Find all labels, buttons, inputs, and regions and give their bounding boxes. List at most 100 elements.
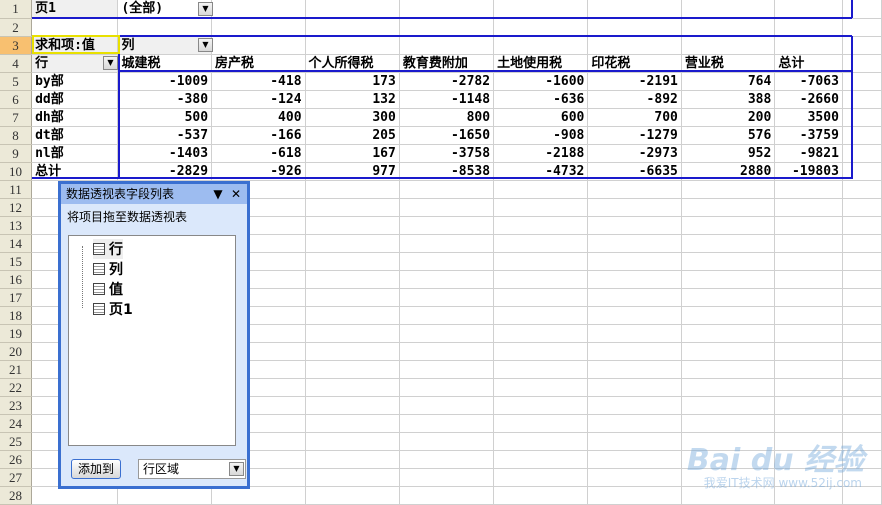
cell[interactable] bbox=[587, 378, 682, 397]
cell[interactable] bbox=[681, 396, 776, 415]
cell[interactable] bbox=[305, 486, 400, 505]
cell[interactable] bbox=[399, 486, 495, 505]
cell[interactable] bbox=[681, 252, 776, 271]
cell[interactable] bbox=[305, 360, 400, 379]
row-header[interactable]: 20 bbox=[0, 342, 33, 361]
value-cell[interactable]: 700 bbox=[587, 108, 682, 127]
cell[interactable] bbox=[399, 288, 495, 307]
value-cell[interactable]: -7063 bbox=[774, 72, 843, 91]
value-cell[interactable]: -2660 bbox=[774, 90, 843, 109]
cell[interactable] bbox=[305, 288, 400, 307]
cell[interactable] bbox=[305, 378, 400, 397]
value-cell[interactable]: -1279 bbox=[587, 126, 682, 145]
field-item-value[interactable]: 值 bbox=[93, 279, 123, 299]
value-cell[interactable]: 388 bbox=[681, 90, 776, 109]
value-cell[interactable]: -2188 bbox=[493, 144, 589, 163]
row-header[interactable]: 14 bbox=[0, 234, 33, 253]
cell[interactable] bbox=[399, 0, 495, 19]
cell[interactable] bbox=[842, 288, 882, 307]
cell[interactable] bbox=[493, 378, 589, 397]
cell[interactable] bbox=[399, 252, 495, 271]
cell[interactable] bbox=[305, 342, 400, 361]
cell[interactable] bbox=[587, 270, 682, 289]
cell[interactable] bbox=[493, 432, 589, 451]
row-label[interactable]: by部 bbox=[31, 72, 119, 91]
cell[interactable] bbox=[774, 288, 843, 307]
row-header[interactable]: 4 bbox=[0, 54, 33, 73]
cell[interactable] bbox=[842, 144, 882, 163]
cell[interactable] bbox=[211, 18, 306, 37]
row-header[interactable]: 28 bbox=[0, 486, 33, 505]
row-field-dropdown[interactable]: ▼ bbox=[103, 56, 118, 70]
cell[interactable] bbox=[587, 18, 682, 37]
cell[interactable] bbox=[305, 468, 400, 487]
cell[interactable] bbox=[587, 234, 682, 253]
cell[interactable] bbox=[399, 216, 495, 235]
cell[interactable] bbox=[774, 396, 843, 415]
cell[interactable] bbox=[493, 450, 589, 469]
cell[interactable] bbox=[399, 360, 495, 379]
cell[interactable] bbox=[842, 0, 882, 19]
cell[interactable] bbox=[587, 306, 682, 325]
row-header[interactable]: 5 bbox=[0, 72, 33, 91]
value-cell[interactable]: -537 bbox=[117, 126, 213, 145]
cell[interactable] bbox=[681, 306, 776, 325]
row-header[interactable]: 13 bbox=[0, 216, 33, 235]
value-cell[interactable]: -166 bbox=[211, 126, 306, 145]
cell[interactable] bbox=[842, 270, 882, 289]
cell[interactable] bbox=[587, 486, 682, 505]
cell[interactable] bbox=[587, 414, 682, 433]
row-header[interactable]: 9 bbox=[0, 144, 33, 163]
column-field-dropdown[interactable]: ▼ bbox=[198, 38, 213, 52]
cell[interactable] bbox=[493, 288, 589, 307]
cell[interactable] bbox=[305, 396, 400, 415]
cell[interactable] bbox=[842, 180, 882, 199]
cell[interactable] bbox=[774, 306, 843, 325]
value-cell[interactable]: -1009 bbox=[117, 72, 213, 91]
cell[interactable] bbox=[587, 324, 682, 343]
cell[interactable] bbox=[842, 252, 882, 271]
value-cell[interactable]: -418 bbox=[211, 72, 306, 91]
cell[interactable] bbox=[399, 324, 495, 343]
row-header[interactable]: 1 bbox=[0, 0, 33, 19]
value-cell[interactable]: -1650 bbox=[399, 126, 495, 145]
value-cell[interactable]: -9821 bbox=[774, 144, 843, 163]
row-label[interactable]: nl部 bbox=[31, 144, 119, 163]
row-header[interactable]: 15 bbox=[0, 252, 33, 271]
field-item-row[interactable]: 行 bbox=[93, 239, 123, 259]
cell[interactable] bbox=[681, 18, 776, 37]
cell[interactable] bbox=[842, 324, 882, 343]
cell[interactable] bbox=[774, 360, 843, 379]
cell[interactable] bbox=[399, 180, 495, 199]
row-header[interactable]: 21 bbox=[0, 360, 33, 379]
value-cell[interactable]: 173 bbox=[305, 72, 400, 91]
cell[interactable] bbox=[399, 198, 495, 217]
cell[interactable] bbox=[842, 396, 882, 415]
cell[interactable] bbox=[774, 36, 843, 55]
cell[interactable] bbox=[842, 342, 882, 361]
add-to-button[interactable]: 添加到 bbox=[71, 459, 121, 479]
cell[interactable] bbox=[587, 216, 682, 235]
cell[interactable] bbox=[774, 324, 843, 343]
row-label[interactable]: dd部 bbox=[31, 90, 119, 109]
row-header[interactable]: 27 bbox=[0, 468, 33, 487]
cell[interactable] bbox=[493, 216, 589, 235]
row-header[interactable]: 10 bbox=[0, 162, 33, 181]
cell[interactable] bbox=[493, 360, 589, 379]
cell[interactable] bbox=[305, 18, 400, 37]
cell[interactable] bbox=[493, 36, 589, 55]
cell[interactable] bbox=[681, 36, 776, 55]
cell[interactable] bbox=[842, 36, 882, 55]
cell[interactable] bbox=[399, 306, 495, 325]
cell[interactable] bbox=[399, 414, 495, 433]
cell[interactable] bbox=[774, 0, 843, 19]
value-cell[interactable]: -636 bbox=[493, 90, 589, 109]
cell[interactable] bbox=[305, 180, 400, 199]
value-cell[interactable]: 952 bbox=[681, 144, 776, 163]
cell[interactable] bbox=[399, 342, 495, 361]
cell[interactable] bbox=[493, 324, 589, 343]
field-list[interactable]: 行 列 值 页1 bbox=[68, 235, 236, 446]
value-cell[interactable]: 764 bbox=[681, 72, 776, 91]
cell[interactable] bbox=[493, 270, 589, 289]
row-header[interactable]: 23 bbox=[0, 396, 33, 415]
